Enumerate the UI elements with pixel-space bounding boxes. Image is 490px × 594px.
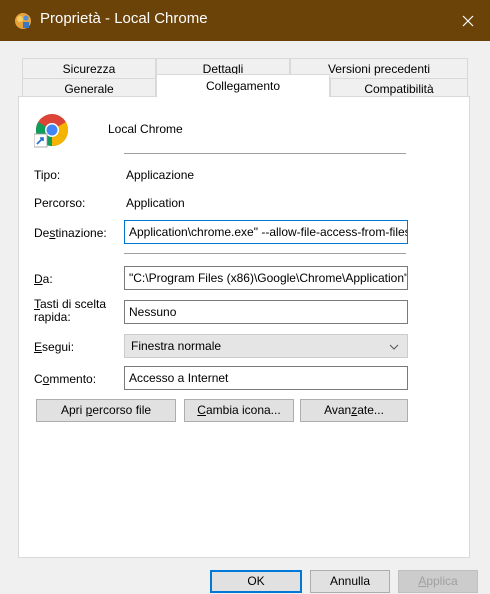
destinazione-label: Destinazione: bbox=[34, 226, 107, 240]
tab-generale[interactable]: Generale bbox=[22, 78, 156, 98]
chevron-down-icon bbox=[389, 336, 399, 365]
percorso-value: Application bbox=[126, 196, 185, 210]
applica-button[interactable]: Applica bbox=[398, 570, 478, 593]
shortcut-properties-icon bbox=[15, 13, 31, 29]
percorso-label: Percorso: bbox=[34, 196, 86, 210]
shortcut-name: Local Chrome bbox=[108, 122, 183, 136]
esegui-selected-value: Finestra normale bbox=[131, 339, 222, 353]
close-icon bbox=[462, 15, 474, 26]
da-label: Da: bbox=[34, 272, 53, 286]
annulla-button[interactable]: Annulla bbox=[310, 570, 390, 593]
separator-top bbox=[124, 153, 406, 154]
title-bar: Proprietà - Local Chrome bbox=[0, 0, 490, 41]
cambia-icona-button[interactable]: Cambia icona... bbox=[184, 399, 294, 422]
tab-sicurezza[interactable]: Sicurezza bbox=[22, 58, 156, 78]
separator-middle bbox=[124, 253, 406, 254]
tab-collegamento[interactable]: Collegamento bbox=[156, 74, 330, 97]
tab-compatibilita[interactable]: Compatibilità bbox=[330, 78, 468, 98]
destinazione-input[interactable]: Application\chrome.exe" --allow-file-acc… bbox=[124, 220, 408, 244]
ok-button[interactable]: OK bbox=[210, 570, 302, 593]
tab-panel-collegamento bbox=[18, 96, 470, 558]
da-input[interactable]: "C:\Program Files (x86)\Google\Chrome\Ap… bbox=[124, 266, 408, 290]
close-button[interactable] bbox=[446, 0, 490, 41]
chrome-icon bbox=[34, 114, 69, 148]
tasti-input[interactable]: Nessuno bbox=[124, 300, 408, 324]
esegui-label: Esegui: bbox=[34, 340, 75, 354]
avanzate-button[interactable]: Avanzate... bbox=[300, 399, 408, 422]
tipo-label: Tipo: bbox=[34, 168, 61, 182]
tipo-value: Applicazione bbox=[126, 168, 195, 182]
apri-percorso-file-button[interactable]: Apri percorso file bbox=[36, 399, 176, 422]
commento-label: Commento: bbox=[34, 372, 97, 386]
tasti-label: Tasti di scelta rapida: bbox=[34, 297, 107, 324]
esegui-select[interactable]: Finestra normale bbox=[124, 334, 408, 358]
window-title: Proprietà - Local Chrome bbox=[40, 10, 208, 27]
commento-input[interactable]: Accesso a Internet bbox=[124, 366, 408, 390]
